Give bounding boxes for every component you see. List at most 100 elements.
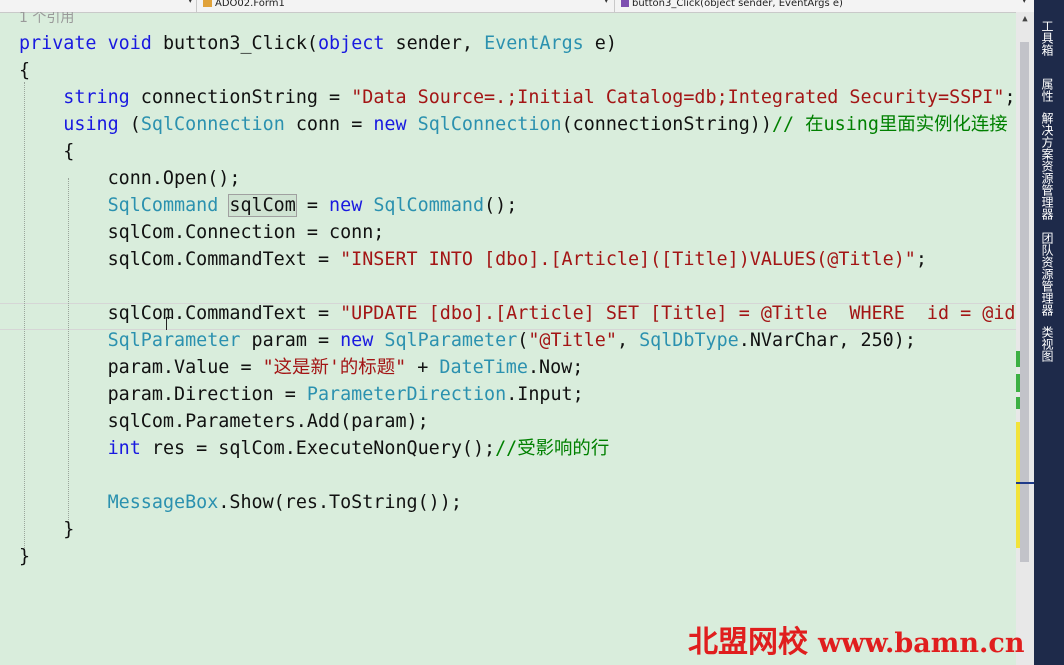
code-token: using <box>63 114 119 135</box>
member-dropdown[interactable]: button3_Click(object sender, EventArgs e… <box>621 0 1019 11</box>
change-marker <box>1016 374 1020 392</box>
code-token: sender, <box>384 33 485 54</box>
code-token: "Data Source=.;Initial Catalog=db;Integr… <box>351 87 1005 108</box>
code-token: ParameterDirection <box>306 384 507 405</box>
divider <box>196 0 197 12</box>
code-line[interactable]: conn.Open(); <box>19 165 241 192</box>
tab-properties[interactable]: 属性 <box>1039 78 1056 102</box>
code-line[interactable]: MessageBox.Show(res.ToString()); <box>19 489 462 516</box>
code-token: param.Direction = <box>19 384 307 405</box>
code-token: SqlParameter <box>384 330 518 351</box>
code-token: MessageBox <box>107 492 219 513</box>
code-token: "@Title" <box>528 330 617 351</box>
code-token: + <box>406 357 440 378</box>
code-token: param = <box>240 330 341 351</box>
code-line[interactable]: { <box>19 138 74 165</box>
class-icon <box>203 0 212 7</box>
mouse-cursor <box>166 317 172 330</box>
code-token: ; <box>915 249 927 270</box>
project-dropdown-chevron-icon[interactable]: ▾ <box>188 0 193 6</box>
code-editor[interactable]: 1 个引用 private void button3_Click(object … <box>0 12 1016 665</box>
class-dropdown[interactable]: ADO02.Form1 <box>203 0 601 11</box>
code-token: new <box>340 330 374 351</box>
code-token: sqlCom.Parameters.Add(param); <box>19 411 429 432</box>
code-line[interactable]: } <box>19 543 30 570</box>
scroll-up-arrow-icon[interactable]: ▲ <box>1016 12 1034 26</box>
code-token: param.Value = <box>19 357 263 378</box>
divider <box>614 0 615 12</box>
code-line[interactable]: private void button3_Click(object sender… <box>19 30 617 57</box>
change-marker <box>1016 397 1020 409</box>
code-line[interactable]: sqlCom.Parameters.Add(param); <box>19 408 429 435</box>
scrollbar-thumb[interactable] <box>1020 42 1029 562</box>
code-token: (); <box>484 195 518 216</box>
code-token: sqlCom.CommandText = <box>19 303 341 324</box>
code-token: button3_Click( <box>151 33 318 54</box>
code-token: void <box>107 33 152 54</box>
code-token: , <box>616 330 640 351</box>
code-token: SqlConnection <box>140 114 285 135</box>
code-token: "这是新'的标题" <box>262 357 407 378</box>
code-token: ( <box>118 114 141 135</box>
watermark-brand: 北盟网校 <box>688 625 808 660</box>
change-marker <box>1016 422 1020 548</box>
code-token: connectionString = <box>129 87 352 108</box>
member-dropdown-chevron-icon[interactable]: ▾ <box>1022 0 1027 6</box>
code-token: SqlParameter <box>107 330 241 351</box>
code-token: .Now; <box>527 357 584 378</box>
code-token: { <box>19 60 31 81</box>
code-line[interactable]: using (SqlConnection conn = new SqlConne… <box>19 111 1007 138</box>
code-line[interactable]: sqlCom.Connection = conn; <box>19 219 385 246</box>
vertical-scrollbar[interactable]: ▲ <box>1016 12 1034 665</box>
class-dropdown-chevron-icon[interactable]: ▾ <box>604 0 609 6</box>
tab-solution-explorer[interactable]: 解决方案资源管理器 <box>1039 112 1056 220</box>
code-token: (connectionString)) <box>561 114 772 135</box>
code-token: EventArgs <box>484 33 584 54</box>
code-line[interactable]: string connectionString = "Data Source=.… <box>19 84 1016 111</box>
code-line[interactable]: int res = sqlCom.ExecuteNonQuery();//受影响… <box>19 435 610 462</box>
watermark-url: www.bamn.cn <box>818 628 1025 659</box>
code-line[interactable]: sqlCom.CommandText = "INSERT INTO [dbo].… <box>19 246 927 273</box>
codelens-reference-count[interactable]: 1 个引用 <box>19 12 74 26</box>
code-token: .Show(res.ToString()); <box>218 492 462 513</box>
watermark: 北盟网校 www.bamn.cn <box>688 624 1024 662</box>
code-token: int <box>107 438 141 459</box>
code-line[interactable]: SqlCommand sqlCom = new SqlCommand(); <box>19 192 517 219</box>
tab-team-explorer[interactable]: 团队资源管理器 <box>1039 232 1056 316</box>
code-token: res = sqlCom.ExecuteNonQuery(); <box>140 438 496 459</box>
code-token: } <box>19 546 31 567</box>
tab-class-view[interactable]: 类视图 <box>1039 326 1056 362</box>
method-icon <box>621 0 629 7</box>
code-token: ( <box>517 330 529 351</box>
code-token: SqlDbType <box>639 330 739 351</box>
code-token: e) <box>583 33 617 54</box>
code-line[interactable]: param.Direction = ParameterDirection.Inp… <box>19 381 584 408</box>
code-token: SqlCommand <box>107 195 219 216</box>
code-token: .NVarChar, 250); <box>738 330 916 351</box>
code-token: "INSERT INTO [dbo].[Article]([Title])VAL… <box>340 249 916 270</box>
code-line[interactable]: SqlParameter param = new SqlParameter("@… <box>19 327 916 354</box>
tab-toolbox[interactable]: 工具箱 <box>1039 20 1056 56</box>
code-token: DateTime <box>439 357 528 378</box>
code-token: object <box>317 33 385 54</box>
code-token: new <box>373 114 407 135</box>
code-line[interactable]: { <box>19 57 30 84</box>
code-token: sqlCom.CommandText = <box>19 249 341 270</box>
code-token: = <box>295 195 330 216</box>
code-line[interactable]: param.Value = "这是新'的标题" + DateTime.Now; <box>19 354 584 381</box>
right-dock: 工具箱 属性 解决方案资源管理器 团队资源管理器 类视图 <box>1034 0 1064 665</box>
code-token: ; <box>1004 87 1016 108</box>
project-dropdown[interactable] <box>0 0 188 11</box>
code-token: private <box>19 33 97 54</box>
code-line[interactable]: } <box>19 516 74 543</box>
code-token: conn = <box>284 114 374 135</box>
code-token: "UPDATE [dbo].[Article] SET [Title] = @T… <box>340 303 1016 324</box>
